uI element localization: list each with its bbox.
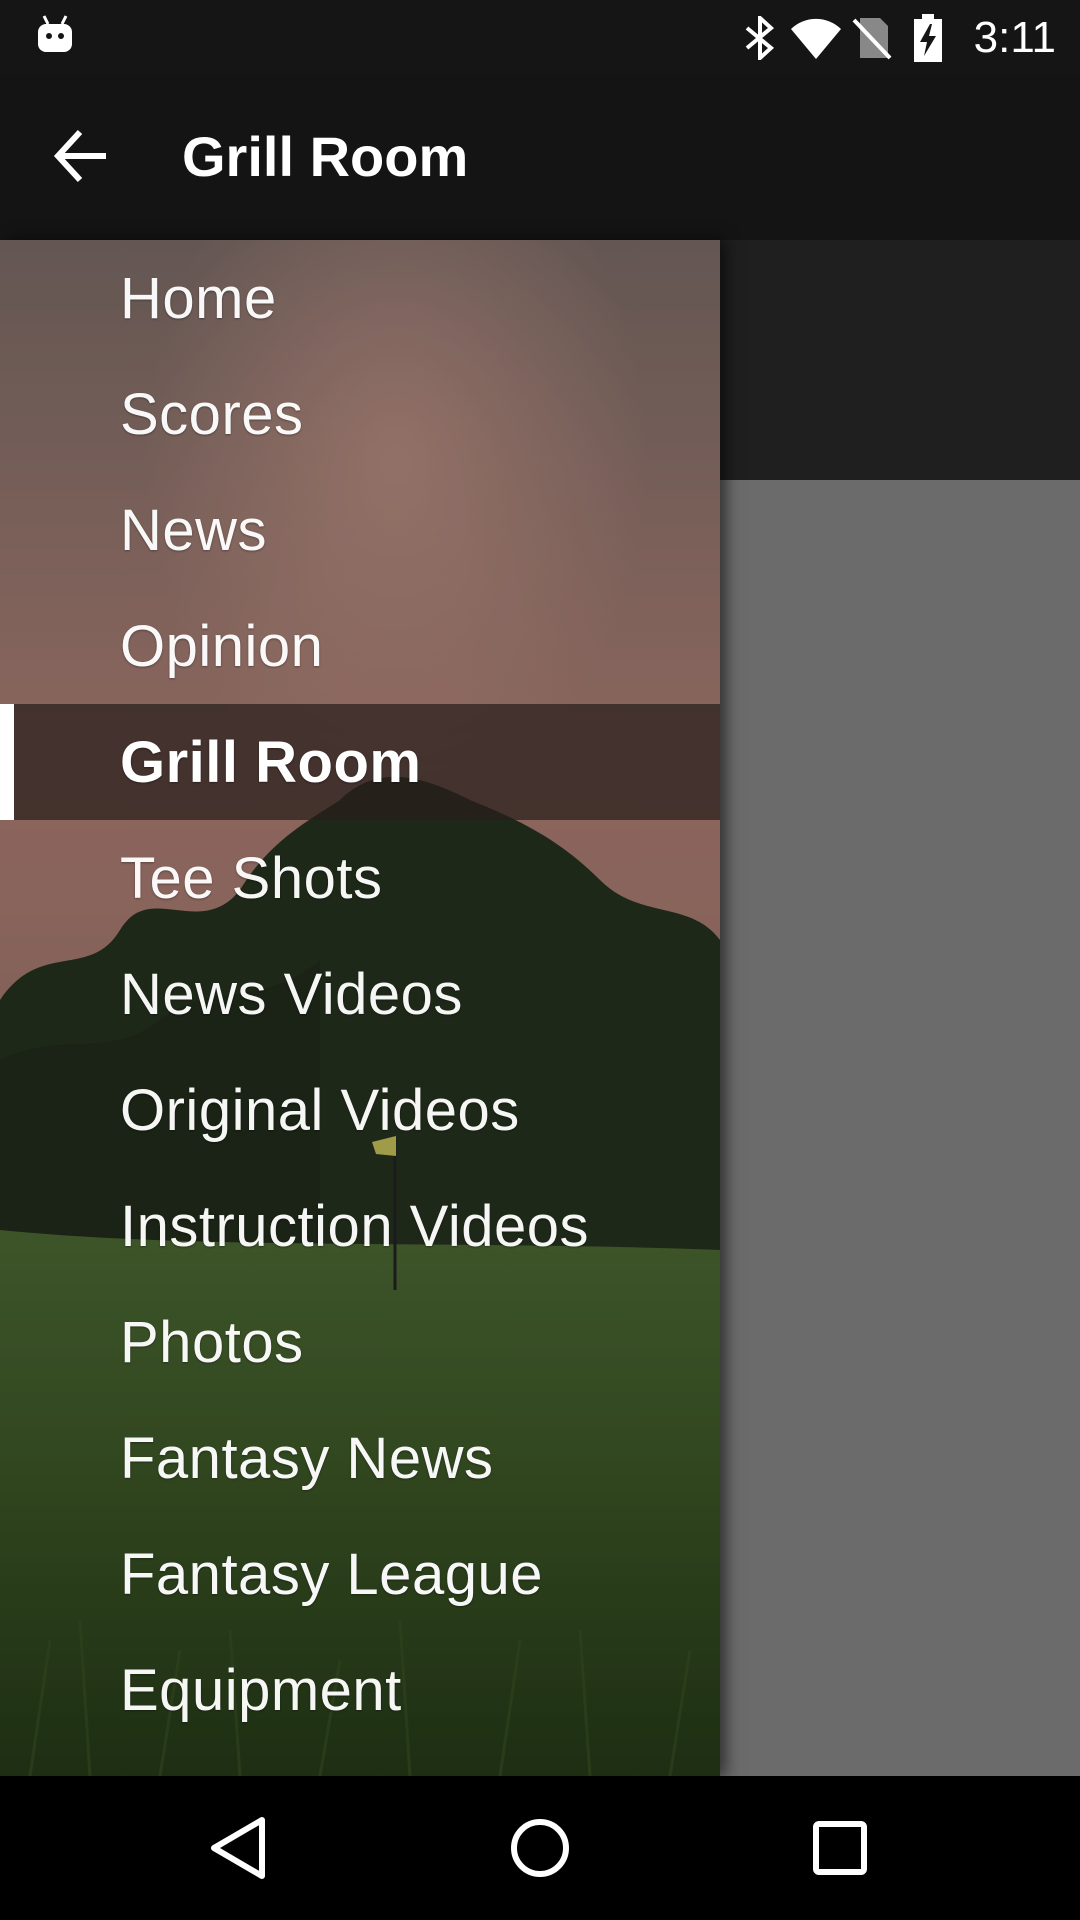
home-circle-icon[interactable] [500,1808,580,1888]
drawer-item-label: News Videos [120,961,463,1027]
status-bar: 3:11 [0,0,1080,74]
drawer-item-opinion[interactable]: Opinion [0,588,720,704]
drawer-item-label: Fantasy News [120,1425,494,1491]
wifi-icon [788,14,844,62]
drawer-item-label: Grill Room [120,729,422,795]
drawer-item-label: Equipment [120,1657,402,1723]
drawer-item-tee-shots[interactable]: Tee Shots [0,820,720,936]
drawer-item-label: Tee Shots [120,845,383,911]
navigation-drawer: Home Scores News Opinion Grill Room Tee … [0,240,720,1776]
drawer-item-scores[interactable]: Scores [0,356,720,472]
drawer-item-label: Photos [120,1309,304,1375]
drawer-menu: Home Scores News Opinion Grill Room Tee … [0,240,720,1748]
no-sim-icon [844,14,900,62]
back-triangle-icon[interactable] [200,1808,280,1888]
drawer-item-fantasy-news[interactable]: Fantasy News [0,1400,720,1516]
drawer-item-label: Home [120,265,277,331]
battery-charging-icon [900,14,956,62]
selected-indicator [0,704,14,820]
arrow-back-icon[interactable] [52,126,112,186]
bluetooth-icon [732,14,788,62]
drawer-item-label: Original Videos [120,1077,520,1143]
drawer-item-label: Instruction Videos [120,1193,589,1259]
drawer-item-label: News [120,497,268,563]
drawer-item-original-videos[interactable]: Original Videos [0,1052,720,1168]
drawer-item-home[interactable]: Home [0,240,720,356]
status-icons: 3:11 [732,10,1056,66]
drawer-item-news[interactable]: News [0,472,720,588]
drawer-item-label: Fantasy League [120,1541,543,1607]
android-debug-icon [38,15,72,52]
recents-square-icon[interactable] [800,1808,880,1888]
drawer-item-equipment[interactable]: Equipment [0,1632,720,1748]
app-toolbar: Grill Room [0,74,1080,240]
drawer-item-instruction-videos[interactable]: Instruction Videos [0,1168,720,1284]
page-title: Grill Room [182,125,469,188]
drawer-item-photos[interactable]: Photos [0,1284,720,1400]
drawer-item-grill-room[interactable]: Grill Room [0,704,720,820]
drawer-item-label: Scores [120,381,304,447]
clock-time: 3:11 [973,13,1056,62]
system-navigation-bar [0,1776,1080,1920]
drawer-item-news-videos[interactable]: News Videos [0,936,720,1052]
drawer-item-label: Opinion [120,613,324,679]
drawer-item-fantasy-league[interactable]: Fantasy League [0,1516,720,1632]
